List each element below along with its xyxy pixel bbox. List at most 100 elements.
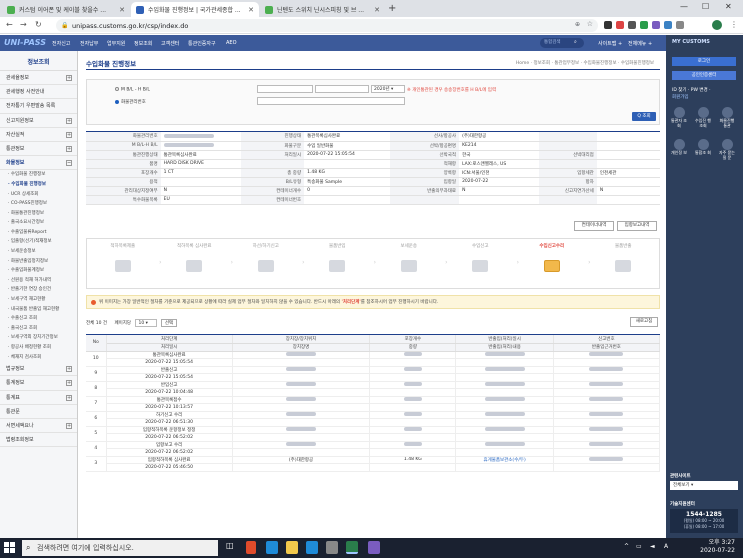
mbl-input[interactable] — [257, 85, 313, 93]
extension-icon[interactable] — [664, 21, 672, 29]
login-button[interactable]: 로그인 — [672, 57, 736, 66]
nav-info[interactable]: 정보조회 — [134, 40, 152, 47]
id-pw-links[interactable]: ID 찾기 · PW 변경 · — [672, 87, 711, 93]
expand-icon[interactable]: + — [66, 75, 72, 81]
nav-aeo[interactable]: AEO — [226, 40, 237, 46]
sidebar-sub-item[interactable]: · 수입화물 진행정보 — [0, 170, 77, 180]
sitemap-link[interactable]: 사이트맵 + — [598, 40, 622, 47]
expand-icon[interactable]: + — [66, 394, 72, 401]
sidebar-item-stat-table[interactable]: 통계표 + — [0, 391, 77, 405]
sidebar-sub-item-active[interactable]: · 수입화물 진행정보 — [0, 180, 77, 190]
sidebar-sub-item[interactable]: · 입출항(선기)적재정보 — [0, 237, 77, 247]
edge-icon[interactable] — [266, 541, 278, 554]
sidebar-item-cargo[interactable]: 화물정보 − — [0, 156, 77, 171]
sidebar-sub-item[interactable]: · 화물반출입정지정보 — [0, 257, 77, 267]
shortcut-integrated[interactable]: 통합조 회 — [694, 139, 712, 156]
extension-icon[interactable] — [628, 21, 636, 29]
extension-icon[interactable] — [652, 21, 660, 29]
select-button[interactable]: 선택 — [160, 319, 178, 327]
expand-icon[interactable]: + — [66, 380, 72, 387]
certificate-center-button[interactable]: 공인인증센터 — [672, 71, 736, 80]
nav-support[interactable]: 업무지원 — [107, 40, 125, 47]
sidebar-sub-item[interactable]: · 체재지 검사조회 — [0, 353, 77, 363]
sidebar-item-law[interactable]: 법규정보 + — [0, 362, 77, 377]
task-view-icon[interactable]: ◫ — [226, 541, 238, 554]
cargo-number-input[interactable] — [257, 97, 405, 105]
sidebar-item-tariff[interactable]: 관세율정보 + — [0, 71, 77, 86]
unipass-logo[interactable]: UNI-PASS — [4, 38, 46, 47]
url-field[interactable]: 🔒 unipass.customs.go.kr/csp/index.do ⊕ ☆ — [56, 19, 598, 32]
sidebar-sub-item[interactable]: · 내국물품 반출입 재고현황 — [0, 305, 77, 315]
zoom-icon[interactable]: ⊕ — [575, 21, 580, 28]
related-sites-select[interactable]: 전체보기 ▾ — [670, 481, 738, 490]
new-tab-icon[interactable]: + — [388, 3, 396, 14]
sidebar-item-mail-list[interactable]: 전자통기 우편발송 목록 — [0, 99, 77, 114]
expand-icon[interactable]: + — [66, 366, 72, 373]
nav-e-filing[interactable]: 전자신고 — [52, 40, 70, 47]
close-icon[interactable]: ✕ — [374, 6, 380, 14]
sidebar-item-customs-gate[interactable]: 통관문 — [0, 405, 77, 419]
shortcut-clearance[interactable]: 통관자 조회 — [670, 107, 688, 128]
sidebar-item-clearance[interactable]: 통관정보 + — [0, 142, 77, 157]
nav-certification[interactable]: 통관인증자구 — [188, 40, 216, 47]
store-icon[interactable] — [306, 541, 318, 554]
volume-icon[interactable]: ◄ — [650, 543, 655, 550]
refresh-button[interactable]: 새로고침 — [630, 317, 658, 327]
tray-chevron-icon[interactable]: ^ — [624, 543, 629, 550]
close-icon[interactable]: ✕ — [248, 6, 254, 14]
collapse-icon[interactable]: − — [66, 160, 72, 167]
app-icon[interactable] — [326, 541, 338, 554]
search-icon[interactable]: ⌕ — [574, 39, 577, 45]
file-explorer-icon[interactable] — [286, 541, 298, 554]
sidebar-item-advance-notice[interactable]: 관세행정 사전안내 — [0, 85, 77, 100]
site-search-input[interactable]: 통합검색 — [540, 38, 584, 48]
reload-icon[interactable]: ↻ — [35, 20, 42, 29]
chrome-icon[interactable] — [346, 541, 358, 554]
ime-indicator[interactable]: A — [664, 543, 668, 550]
extension-icon[interactable] — [616, 21, 624, 29]
close-icon[interactable]: ✕ — [119, 6, 125, 14]
browser-tab-1[interactable]: 커스텀 이어폰 및 케이블 찾을수 ... ✕ — [2, 2, 130, 17]
app-icon[interactable] — [368, 541, 380, 554]
browser-tab-2[interactable]: 수입화물 진행정보 | 국가관세종합 ... ✕ — [131, 2, 259, 17]
shortcut-personal[interactable]: 개인정 보 — [670, 139, 688, 156]
search-button[interactable]: Q 조회 — [632, 112, 656, 121]
shortcut-import[interactable]: 수입진 행조회 — [694, 107, 712, 128]
shortcut-faq[interactable]: 자주 묻는질 문 — [718, 139, 736, 160]
sidebar-sub-item[interactable]: · 출국신고 조회 — [0, 324, 77, 334]
menu-icon[interactable]: ⋮ — [730, 20, 738, 29]
year-select[interactable]: 2020년 ▾ — [371, 85, 405, 93]
close-window-icon[interactable]: ✕ — [725, 2, 732, 11]
extension-icon[interactable] — [604, 21, 612, 29]
sidebar-item-statute[interactable]: 법령조회정보 — [0, 433, 77, 448]
sidebar-item-filing-support[interactable]: 신고지원정보 + — [0, 114, 77, 128]
shortcut-cargo[interactable]: 화물진행 통관 — [718, 107, 736, 128]
clock[interactable]: 오후 3:27 2020-07-22 — [700, 539, 735, 555]
back-icon[interactable]: ← — [6, 20, 13, 29]
sidebar-sub-item[interactable]: · 보세구역 재고현황 — [0, 295, 77, 305]
sidebar-sub-item[interactable]: · UCR 상세조회 — [0, 190, 77, 200]
nav-customer[interactable]: 고객센터 — [161, 40, 179, 47]
io-time-cell[interactable]: 휴게물품보관소(수/두) — [455, 456, 554, 464]
sidebar-sub-item[interactable]: · 출국소요시간정보 — [0, 218, 77, 228]
office-app-icon[interactable] — [246, 541, 256, 554]
sidebar-sub-item[interactable]: · 반출기한 연장 승인건 — [0, 285, 77, 295]
expand-icon[interactable]: + — [66, 145, 72, 152]
minimize-icon[interactable]: — — [680, 2, 688, 11]
nav-e-payment[interactable]: 전자납부 — [80, 40, 98, 47]
sidebar-item-written-tax[interactable]: 서면세액요나 + — [0, 419, 77, 434]
browser-tab-3[interactable]: 닌텐도 스위치 닌시스피칭 및 브 ... ✕ — [260, 2, 385, 17]
maximize-icon[interactable]: ☐ — [702, 2, 709, 11]
sidebar-sub-item[interactable]: · 수출입물류Report — [0, 228, 77, 238]
sidebar-sub-item[interactable]: · 수출입화물계정보 — [0, 266, 77, 276]
sidebar-sub-item[interactable]: · 보세구역외 장치기간정보 — [0, 333, 77, 343]
sidebar-sub-item[interactable]: · 항공사 배정현황 조회 — [0, 343, 77, 353]
hbl-input[interactable] — [315, 85, 369, 93]
forward-icon[interactable]: → — [20, 20, 27, 29]
extension-icon[interactable] — [640, 21, 648, 29]
bookmark-star-icon[interactable]: ☆ — [587, 20, 593, 28]
full-menu-link[interactable]: 전체메뉴 + — [628, 40, 652, 47]
network-icon[interactable]: ▭ — [636, 543, 642, 550]
windows-start-icon[interactable] — [4, 542, 15, 553]
join-link[interactable]: 회원가입 — [672, 94, 689, 100]
